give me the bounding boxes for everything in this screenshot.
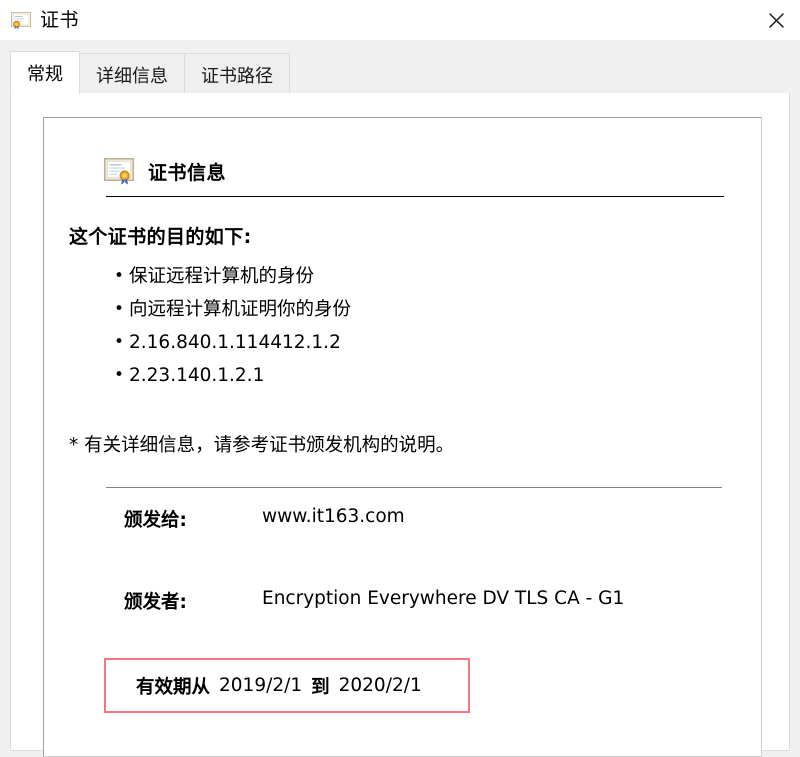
tab-general-label: 常规 xyxy=(27,64,63,85)
tab-details-label: 详细信息 xyxy=(96,65,168,87)
validity-to-label: 到 xyxy=(311,676,330,698)
close-button[interactable] xyxy=(753,0,800,40)
window-title: 证书 xyxy=(40,8,80,31)
list-item: • 保证远程计算机的身份 xyxy=(112,260,351,293)
validity-highlight-box: 有效期从 2019/2/1 到 2020/2/1 xyxy=(104,658,470,713)
tab-page-general: 证书信息 这个证书的目的如下: • 保证远程计算机的身份 • 向远程计算机证明你… xyxy=(10,93,790,757)
tab-certification-path-label: 证书路径 xyxy=(201,65,273,87)
list-item: • 向远程计算机证明你的身份 xyxy=(112,293,351,326)
purpose-list: • 保证远程计算机的身份 • 向远程计算机证明你的身份 • 2.16.840.1… xyxy=(112,260,351,392)
tab-certification-path[interactable]: 证书路径 xyxy=(184,53,290,95)
certificate-icon xyxy=(11,11,31,29)
certificate-dialog: 证书 常规 详细信息 证书路径 证书信息 这个证书的目的如下: • 保证远程计算… xyxy=(0,0,800,757)
issued-to-row: 颁发给: www.it163.com xyxy=(44,506,761,532)
certificate-info-group: 证书信息 这个证书的目的如下: • 保证远程计算机的身份 • 向远程计算机证明你… xyxy=(43,117,762,757)
issued-by-value: Encryption Everywhere DV TLS CA - G1 xyxy=(262,588,625,609)
bullet-icon: • xyxy=(114,266,125,286)
list-item: • 2.16.840.1.114412.1.2 xyxy=(112,326,351,359)
purpose-footnote: * 有关详细信息，请参考证书颁发机构的说明。 xyxy=(69,435,455,456)
tab-list: 常规 详细信息 证书路径 xyxy=(10,51,290,95)
purpose-text: 保证远程计算机的身份 xyxy=(129,266,315,287)
bullet-icon: • xyxy=(114,365,125,385)
close-icon xyxy=(769,12,784,28)
purpose-text: 2.23.140.1.2.1 xyxy=(129,365,265,386)
certificate-icon xyxy=(104,158,134,185)
validity-row: 有效期从 2019/2/1 到 2020/2/1 xyxy=(106,660,468,711)
title-bar-left: 证书 xyxy=(11,0,79,40)
issued-to-label: 颁发给: xyxy=(124,510,187,531)
certificate-info-title: 证书信息 xyxy=(148,162,227,184)
purpose-heading: 这个证书的目的如下: xyxy=(69,226,252,248)
issued-by-row: 颁发者: Encryption Everywhere DV TLS CA - G… xyxy=(44,588,761,614)
validity-to-date: 2020/2/1 xyxy=(338,675,422,696)
issued-to-value: www.it163.com xyxy=(262,506,405,527)
tab-general[interactable]: 常规 xyxy=(10,51,80,95)
tab-strip: 常规 详细信息 证书路径 xyxy=(0,40,800,95)
title-bar: 证书 xyxy=(0,0,800,40)
bullet-icon: • xyxy=(114,299,125,319)
bullet-icon: • xyxy=(114,332,125,352)
certificate-info-header: 证书信息 xyxy=(104,158,226,185)
purpose-text: 2.16.840.1.114412.1.2 xyxy=(129,332,341,353)
validity-from-date: 2019/2/1 xyxy=(219,675,303,696)
header-divider xyxy=(106,196,724,197)
purpose-text: 向远程计算机证明你的身份 xyxy=(129,299,352,320)
validity-from-label: 有效期从 xyxy=(136,676,211,698)
issued-by-label: 颁发者: xyxy=(124,592,187,613)
subject-divider xyxy=(106,487,722,488)
tab-details[interactable]: 详细信息 xyxy=(79,53,185,95)
list-item: • 2.23.140.1.2.1 xyxy=(112,359,351,392)
